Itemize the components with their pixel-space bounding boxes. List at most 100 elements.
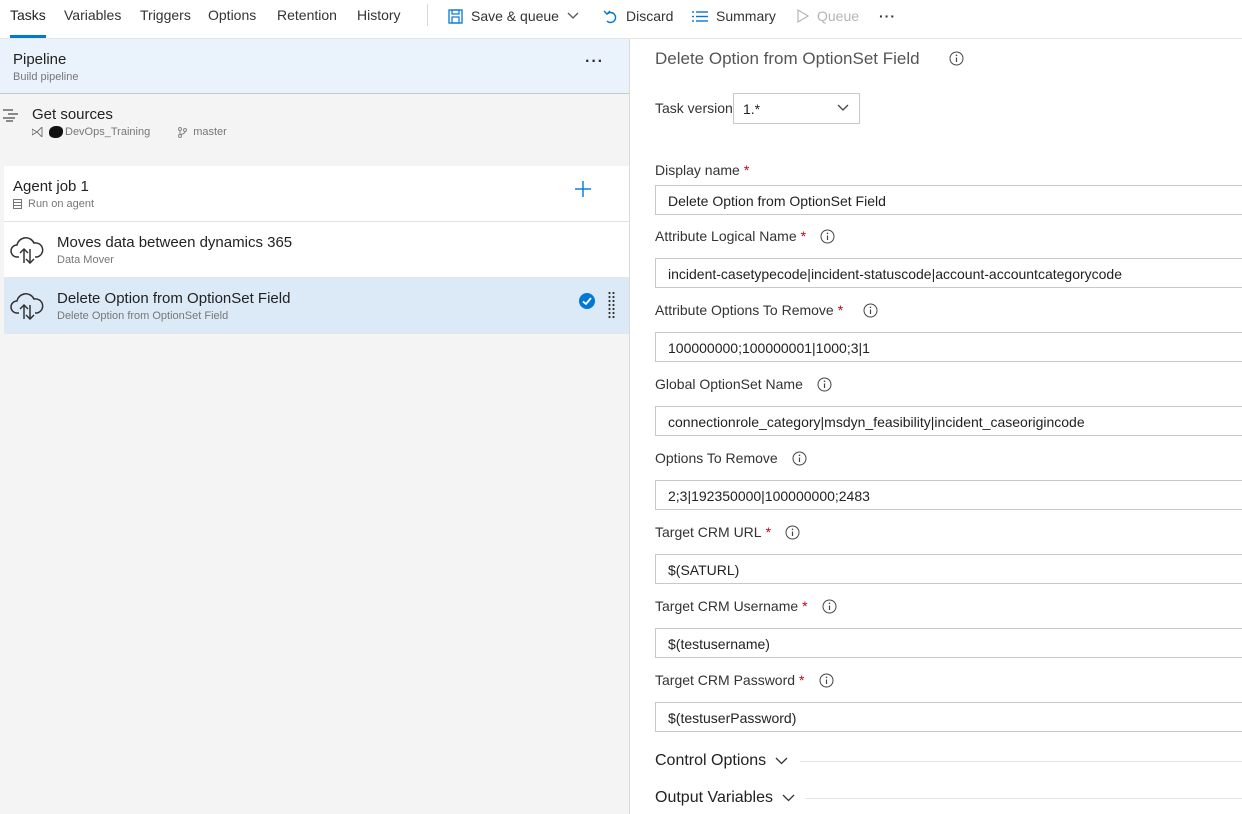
pipeline-more-button[interactable]: ···	[585, 53, 604, 71]
cloud-upload-icon	[10, 237, 44, 264]
info-icon[interactable]	[820, 229, 835, 244]
target-crm-username-input[interactable]: $(testusername)	[655, 628, 1242, 658]
global-optionset-name-input[interactable]: connectionrole_category|msdyn_feasibilit…	[655, 406, 1242, 436]
branch-icon	[178, 126, 188, 138]
field-value: incident-casetypecode|incident-statuscod…	[668, 266, 1122, 282]
pipeline-header[interactable]: Pipeline Build pipeline ···	[0, 39, 629, 94]
get-sources-item[interactable]: Get sources DevOps_Training master	[0, 95, 629, 151]
target-crm-password-input[interactable]: $(testuserPassword)	[655, 702, 1242, 732]
chevron-down-icon	[567, 12, 579, 19]
task-subtitle: Delete Option from OptionSet Field	[57, 310, 229, 322]
field-label-text: Target CRM Password	[655, 672, 796, 688]
field-label: Attribute Options To Remove *	[655, 302, 878, 318]
field-label: Display name *	[655, 162, 749, 178]
field-value: 100000000;100000001|1000;3|1	[668, 340, 870, 356]
tab-retention[interactable]: Retention	[277, 7, 337, 23]
branch: master	[178, 126, 227, 138]
output-variables-section[interactable]: Output Variables	[655, 789, 795, 807]
list-icon	[692, 10, 708, 22]
agent-job-subtitle: Run on agent	[28, 198, 95, 210]
field-label: Target CRM Username *	[655, 598, 837, 614]
tab-variables[interactable]: Variables	[64, 7, 121, 23]
required-marker: *	[800, 228, 807, 244]
section-divider	[805, 798, 1242, 799]
task-item[interactable]: Moves data between dynamics 365 Data Mov…	[4, 222, 629, 278]
pipeline-panel: Pipeline Build pipeline ··· Get sources …	[0, 39, 629, 814]
field-value: Delete Option from OptionSet Field	[668, 193, 886, 209]
task-title: Moves data between dynamics 365	[57, 234, 293, 251]
chevron-down-icon	[775, 757, 788, 765]
save-queue-label: Save & queue	[471, 8, 559, 24]
field-label: Attribute Logical Name *	[655, 228, 835, 244]
field-value: $(testusername)	[668, 636, 770, 652]
field-label: Target CRM Password *	[655, 672, 834, 688]
toolbar-more-button[interactable]: ···	[879, 6, 896, 26]
drag-handle-icon[interactable]	[608, 291, 615, 319]
active-tab-indicator	[10, 35, 46, 38]
info-icon[interactable]	[785, 525, 800, 540]
tab-options[interactable]: Options	[208, 7, 256, 23]
agent-job-subtitle-row: Run on agent	[13, 198, 94, 210]
save-icon	[448, 8, 463, 24]
tab-tasks[interactable]: Tasks	[10, 7, 46, 23]
info-icon[interactable]	[822, 599, 837, 614]
info-icon[interactable]	[863, 303, 878, 318]
field-label-text: Attribute Options To Remove	[655, 302, 834, 318]
info-icon[interactable]	[949, 51, 964, 66]
display-name-input[interactable]: Delete Option from OptionSet Field	[655, 185, 1242, 215]
task-version-select[interactable]: 1.*	[733, 93, 860, 124]
agent-job-item[interactable]: Agent job 1 Run on agent	[4, 166, 629, 222]
field-value: $(testuserPassword)	[668, 710, 797, 726]
queue-label: Queue	[817, 8, 860, 24]
add-task-icon[interactable]	[575, 181, 591, 197]
required-marker: *	[802, 598, 808, 614]
section-label: Output Variables	[655, 789, 773, 806]
task-detail-title: Delete Option from OptionSet Field	[655, 49, 920, 68]
task-detail-panel: Delete Option from OptionSet Field Task …	[630, 39, 1242, 814]
field-value: 2;3|192350000|100000000;2483	[668, 488, 870, 504]
task-version-label: Task version	[655, 100, 733, 116]
field-label-text: Options To Remove	[655, 450, 778, 466]
source-code-icon	[3, 109, 18, 122]
summary-button[interactable]: Summary	[692, 6, 776, 26]
get-sources-title: Get sources	[32, 106, 113, 123]
undo-icon	[603, 10, 617, 23]
field-label-text: Global OptionSet Name	[655, 376, 803, 392]
save-queue-button[interactable]: Save & queue	[448, 6, 587, 26]
info-icon[interactable]	[817, 377, 832, 392]
server-icon	[13, 199, 22, 209]
field-value: $(SATURL)	[668, 562, 740, 578]
required-marker: *	[837, 302, 844, 318]
tab-history[interactable]: History	[357, 7, 401, 23]
options-to-remove-input[interactable]: 2;3|192350000|100000000;2483	[655, 480, 1242, 510]
check-circle-icon	[579, 293, 595, 309]
section-label: Control Options	[655, 752, 767, 769]
field-label-text: Target CRM URL	[655, 524, 762, 540]
queue-button[interactable]: Queue	[797, 6, 859, 26]
field-label-text: Display name	[655, 162, 740, 178]
pipeline-subtitle: Build pipeline	[13, 71, 79, 83]
cloud-upload-icon	[10, 293, 44, 320]
control-options-section[interactable]: Control Options	[655, 752, 788, 770]
task-title: Delete Option from OptionSet Field	[57, 290, 291, 307]
get-sources-meta: DevOps_Training master	[32, 126, 227, 138]
field-label: Global OptionSet Name	[655, 376, 832, 392]
attribute-options-to-remove-input[interactable]: 100000000;100000001|1000;3|1	[655, 332, 1242, 362]
field-label: Target CRM URL *	[655, 524, 800, 540]
discard-button[interactable]: Discard	[603, 6, 673, 26]
required-marker: *	[743, 162, 750, 178]
section-divider	[800, 761, 1242, 762]
field-value: connectionrole_category|msdyn_feasibilit…	[668, 414, 1085, 430]
target-crm-url-input[interactable]: $(SATURL)	[655, 554, 1242, 584]
info-icon[interactable]	[792, 451, 807, 466]
info-icon[interactable]	[819, 673, 834, 688]
redacted-mark	[49, 126, 63, 138]
field-label-text: Attribute Logical Name	[655, 228, 797, 244]
task-item-selected[interactable]: Delete Option from OptionSet Field Delet…	[4, 278, 629, 334]
tab-triggers[interactable]: Triggers	[140, 7, 191, 23]
attribute-logical-name-input[interactable]: incident-casetypecode|incident-statuscod…	[655, 258, 1242, 288]
field-label: Options To Remove	[655, 450, 807, 466]
pipeline-title: Pipeline	[13, 51, 67, 68]
top-toolbar: Tasks Variables Triggers Options Retenti…	[0, 0, 1242, 39]
branch-name: master	[193, 126, 227, 138]
